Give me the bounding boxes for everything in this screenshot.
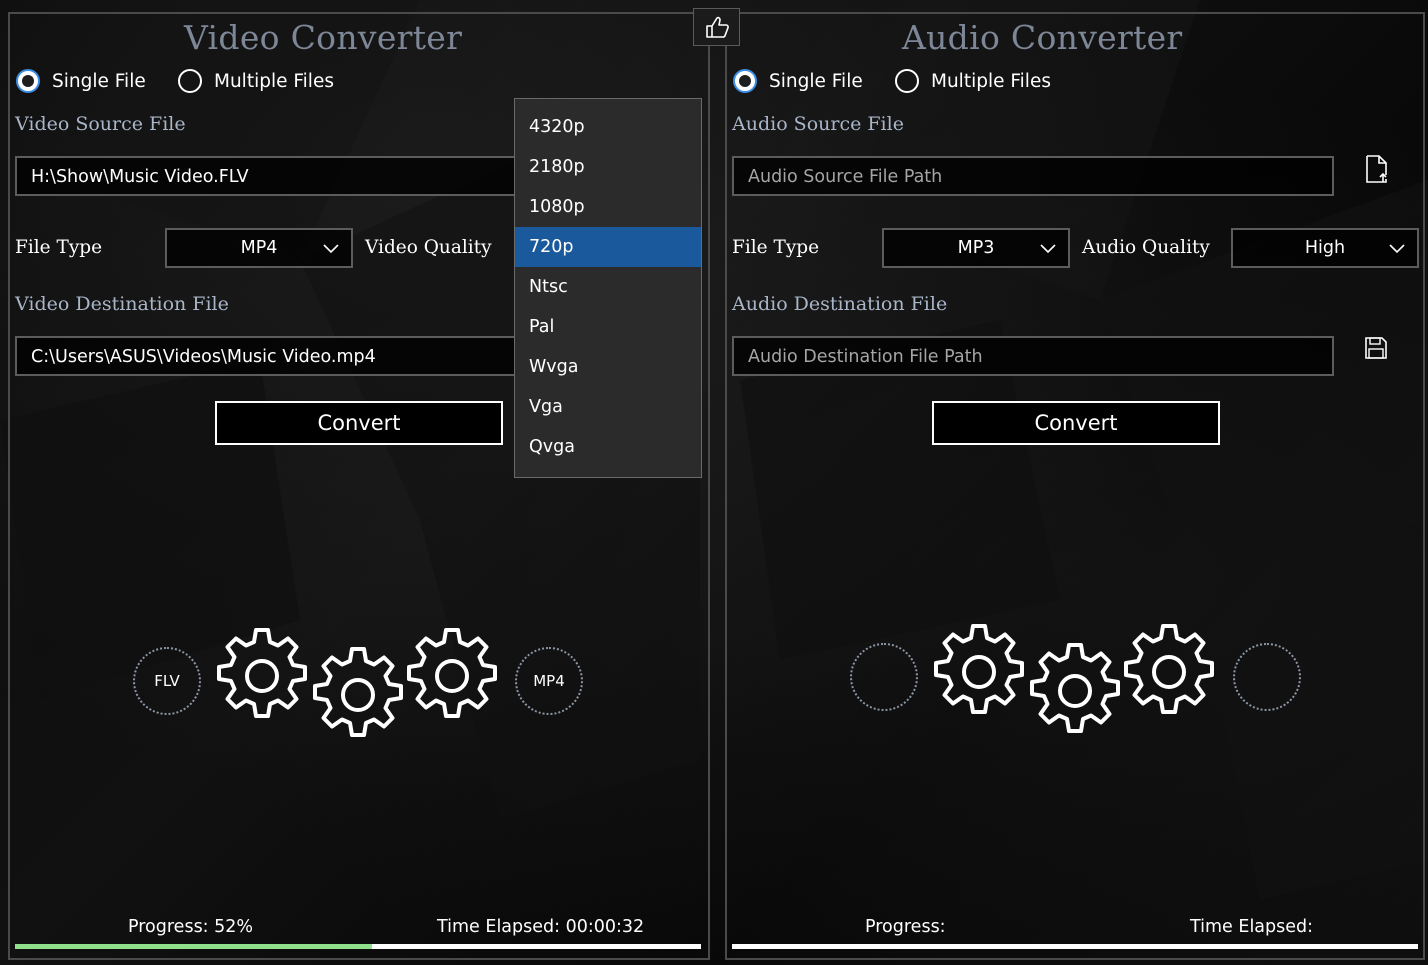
chevron-down-icon [323,244,339,254]
audio-convert-button[interactable]: Convert [932,401,1220,445]
radio-indicator [178,69,202,93]
video-target-format-badge: MP4 [515,647,583,715]
audio-source-label: Audio Source File [732,113,904,135]
audio-single-file-label: Single File [769,70,863,92]
quality-option-2180p[interactable]: 2180p [515,147,701,187]
quality-option-pal[interactable]: Pal [515,307,701,347]
radio-selected-indicator [16,69,40,93]
video-multiple-files-label: Multiple Files [214,70,334,92]
video-multiple-files-radio[interactable]: Multiple Files [178,68,334,94]
thumbs-up-icon [705,16,729,38]
quality-option-wvga[interactable]: Wvga [515,347,701,387]
quality-option-1080p[interactable]: 1080p [515,187,701,227]
audio-destination-label: Audio Destination File [732,293,948,315]
audio-quality-value: High [1304,238,1346,258]
gear-icon [1124,624,1214,714]
audio-destination-input[interactable]: Audio Destination File Path [732,336,1334,376]
audio-title: Audio Converter [902,18,1183,57]
open-file-icon[interactable] [1363,154,1391,184]
audio-multiple-files-radio[interactable]: Multiple Files [895,68,1051,94]
gear-icon [934,624,1024,714]
audio-single-file-radio[interactable]: Single File [733,68,863,94]
feedback-button[interactable] [693,8,740,46]
chevron-down-icon [1040,244,1056,254]
save-icon[interactable] [1364,336,1388,360]
audio-quality-select[interactable]: High [1231,228,1419,268]
video-file-type-label: File Type [15,237,103,258]
video-file-type-value: MP4 [240,238,278,258]
audio-multiple-files-label: Multiple Files [931,70,1051,92]
audio-file-type-value: MP3 [957,238,995,258]
video-progress-bar [15,944,701,949]
radio-selected-indicator [733,69,757,93]
video-quality-label: Video Quality [365,237,492,258]
audio-file-type-label: File Type [732,237,820,258]
video-source-input[interactable]: H:\Show\Music Video.FLV [15,156,535,196]
audio-time-elapsed: Time Elapsed: [1190,917,1314,937]
audio-quality-label: Audio Quality [1082,237,1210,258]
audio-source-format-badge [850,643,918,711]
video-source-format-badge: FLV [133,647,201,715]
audio-source-input[interactable]: Audio Source File Path [732,156,1334,196]
video-quality-dropdown[interactable]: 4320p 2180p 1080p 720p Ntsc Pal Wvga Vga… [514,98,702,478]
quality-option-vga[interactable]: Vga [515,387,701,427]
quality-option-4320p[interactable]: 4320p [515,107,701,147]
video-source-label: Video Source File [15,113,186,135]
video-single-file-label: Single File [52,70,146,92]
gear-icon [217,628,307,718]
video-file-type-select[interactable]: MP4 [165,228,353,268]
video-single-file-radio[interactable]: Single File [16,68,146,94]
quality-option-720p[interactable]: 720p [515,227,701,267]
gear-icon [313,647,403,737]
video-title: Video Converter [184,18,463,57]
gear-icon [1030,643,1120,733]
video-progress-text: Progress: 52% [128,917,254,937]
chevron-down-icon [1389,244,1405,254]
video-time-elapsed: Time Elapsed: 00:00:32 [437,917,645,937]
app-window: Video Converter Single File Multiple Fil… [0,0,1428,965]
quality-option-qvga[interactable]: Qvga [515,427,701,467]
video-convert-button[interactable]: Convert [215,401,503,445]
audio-file-type-select[interactable]: MP3 [882,228,1070,268]
radio-indicator [895,69,919,93]
audio-progress-bar [732,944,1418,949]
audio-converter-panel [725,12,1425,960]
video-destination-label: Video Destination File [15,293,229,315]
quality-option-ntsc[interactable]: Ntsc [515,267,701,307]
audio-progress-text: Progress: [865,917,946,937]
video-destination-input[interactable]: C:\Users\ASUS\Videos\Music Video.mp4 [15,336,535,376]
video-progress-fill [15,944,372,949]
gear-icon [407,628,497,718]
audio-target-format-badge [1233,643,1301,711]
